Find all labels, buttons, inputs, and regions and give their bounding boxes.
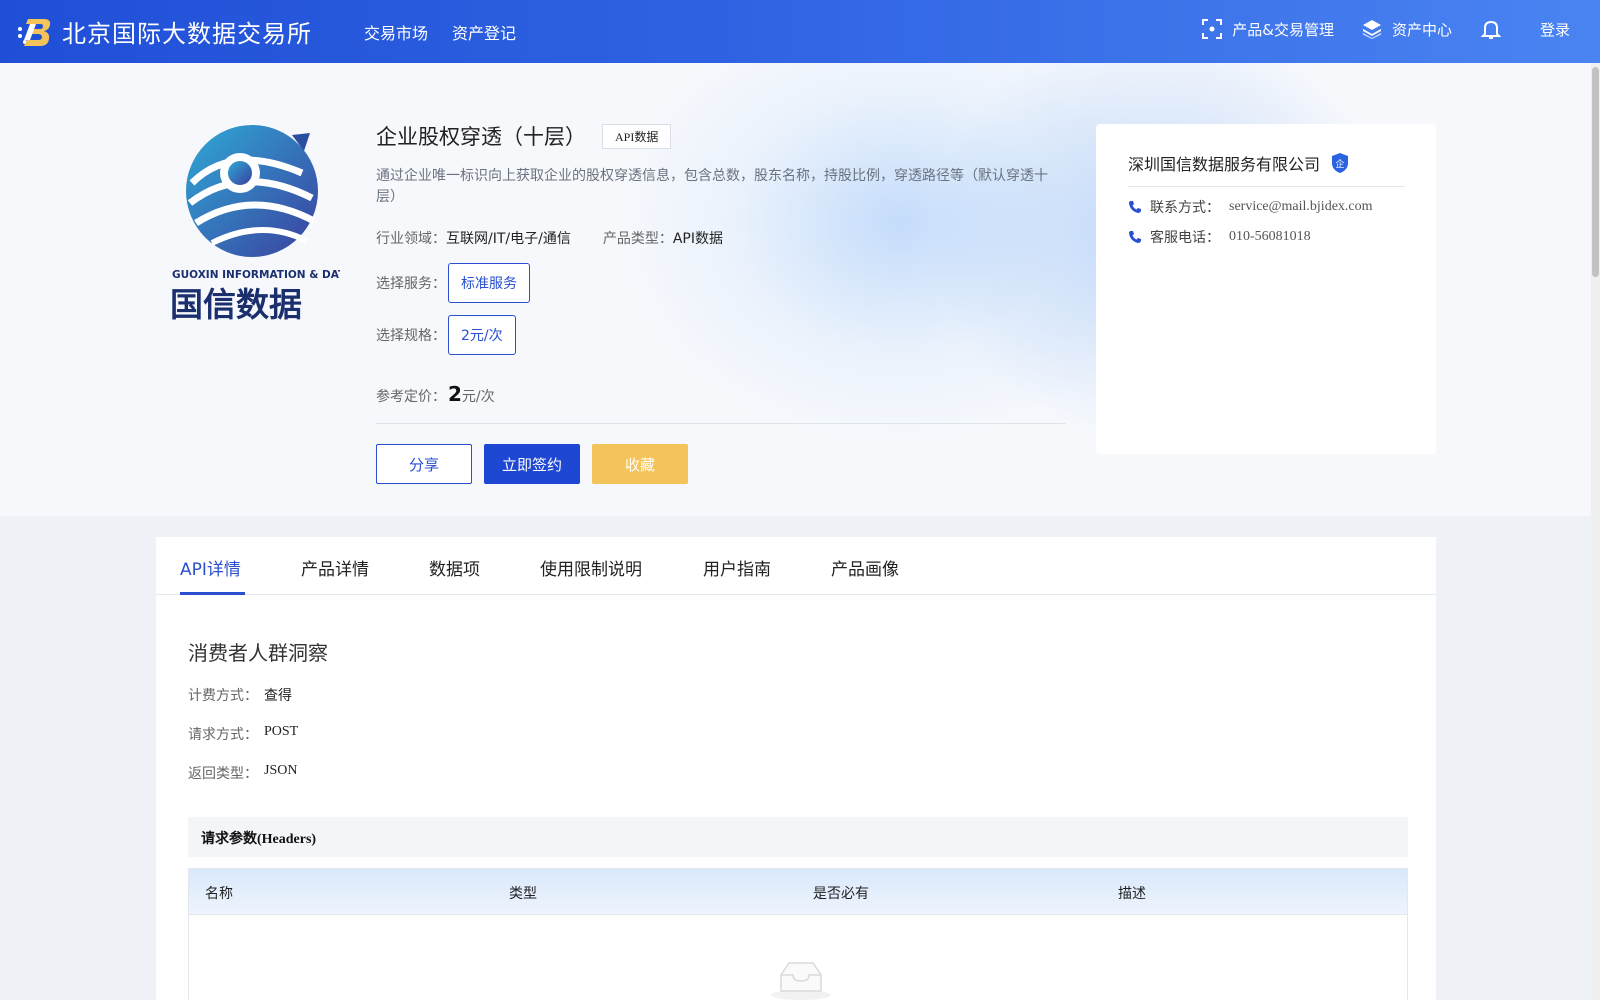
product-meta: 行业领域： 互联网/IT/电子/通信 产品类型： API数据	[376, 228, 723, 248]
bell-icon	[1480, 20, 1502, 39]
column-header-type: 类型	[509, 886, 537, 902]
sign-now-button[interactable]: 立即签约	[484, 444, 580, 484]
column-header-name: 名称	[205, 886, 233, 902]
tab-product-profile[interactable]: 产品画像	[831, 555, 899, 580]
brand-name: 北京国际大数据交易所	[62, 20, 312, 48]
type-value: API数据	[672, 231, 723, 247]
product-description: 通过企业唯一标识向上获取企业的股权穿透信息，包含总数，股东名称，持股比例，穿透路…	[376, 168, 1048, 205]
spec-label: 选择规格：	[376, 328, 446, 344]
contact-email-row: 联系方式： service@mail.bjidex.com	[1128, 197, 1373, 217]
nav-trade-market[interactable]: 交易市场	[364, 20, 428, 44]
svg-text:国信数据: 国信数据	[172, 285, 302, 323]
phone-icon	[1129, 201, 1141, 213]
svg-text:企: 企	[1336, 158, 1345, 170]
empty-inbox-icon	[771, 962, 831, 1000]
column-header-description: 描述	[1118, 886, 1146, 902]
contact-email[interactable]: service@mail.bjidex.com	[1229, 199, 1373, 215]
divider	[1128, 186, 1405, 187]
price-unit: 元/次	[461, 389, 495, 405]
brand-logo-icon	[18, 18, 51, 46]
spec-option[interactable]: 2元/次	[448, 315, 516, 355]
notification-button[interactable]	[1480, 18, 1512, 40]
layers-icon	[1362, 20, 1381, 39]
provider-card: 深圳国信数据服务有限公司 企 联系方式： service@mail.bjidex…	[1096, 124, 1436, 454]
billing-value: 查得	[264, 689, 292, 704]
tab-user-guide[interactable]: 用户指南	[703, 555, 771, 580]
billing-row: 计费方式： 查得	[188, 685, 292, 705]
nav-asset-registration[interactable]: 资产登记	[452, 20, 516, 44]
price-value: 2	[448, 382, 462, 406]
table-header: 名称 类型 是否必有 描述	[189, 869, 1407, 915]
billing-label: 计费方式：	[188, 688, 258, 704]
return-type-row: 返回类型： JSON	[188, 763, 297, 783]
scrollbar-thumb[interactable]	[1592, 67, 1599, 277]
service-option-standard[interactable]: 标准服务	[448, 263, 530, 303]
product-trade-label: 产品&交易管理	[1232, 20, 1334, 39]
return-type-value: JSON	[264, 763, 298, 778]
nav-asset-center[interactable]: 资产中心	[1362, 19, 1452, 40]
product-logo: GUOXIN INFORMATION & DATA 国信数据	[172, 125, 340, 323]
asset-center-label: 资产中心	[1391, 20, 1452, 39]
provider-name-row: 深圳国信数据服务有限公司 企	[1128, 151, 1350, 175]
brand[interactable]: 北京国际大数据交易所	[16, 14, 312, 49]
method-value: POST	[264, 724, 299, 739]
request-headers-heading: 请求参数(Headers)	[188, 817, 1408, 857]
phone-icon	[1129, 231, 1141, 243]
detail-tabs: API详情 产品详情 数据项 使用限制说明 用户指南 产品画像	[156, 537, 1436, 595]
product-tag: API数据	[602, 123, 672, 149]
api-section-title: 消费者人群洞察	[188, 641, 328, 665]
reference-price: 参考定价： 2 元/次	[376, 382, 495, 406]
tab-usage-restrictions[interactable]: 使用限制说明	[540, 555, 642, 580]
provider-name[interactable]: 深圳国信数据服务有限公司	[1128, 151, 1320, 175]
contact-phone-row: 客服电话： 010-56081018	[1128, 227, 1311, 247]
contact-label: 联系方式：	[1150, 200, 1220, 216]
user-nav: 产品&交易管理 资产中心 登录	[1174, 18, 1570, 40]
method-row: 请求方式： POST	[188, 724, 298, 744]
method-label: 请求方式：	[188, 727, 258, 743]
phone-number: 010-56081018	[1229, 229, 1311, 244]
request-headers-title: 请求参数(Headers)	[201, 832, 317, 847]
page-scrollbar[interactable]	[1591, 63, 1600, 1000]
tab-product-details[interactable]: 产品详情	[301, 555, 369, 580]
tab-data-items[interactable]: 数据项	[429, 555, 480, 580]
type-label: 产品类型：	[602, 231, 673, 247]
column-header-required: 是否必有	[813, 886, 869, 902]
product-title: 企业股权穿透（十层）	[376, 125, 586, 149]
spec-selector: 选择规格： 2元/次	[376, 315, 516, 355]
service-selector: 选择服务： 标准服务	[376, 263, 530, 303]
phone-label: 客服电话：	[1150, 230, 1220, 246]
favorite-button[interactable]: 收藏	[592, 444, 688, 484]
return-type-label: 返回类型：	[188, 766, 258, 782]
top-nav-bar: 北京国际大数据交易所 交易市场 资产登记 产品&交易管理 资产中心 登录	[0, 0, 1600, 63]
industry-label: 行业领域：	[376, 231, 446, 247]
divider	[376, 423, 1066, 424]
scan-icon	[1202, 19, 1223, 39]
nav-product-trade-management[interactable]: 产品&交易管理	[1202, 19, 1334, 40]
service-label: 选择服务：	[376, 276, 446, 292]
price-label: 参考定价：	[376, 389, 446, 405]
enterprise-verified-icon: 企	[1332, 153, 1349, 173]
tab-api-details[interactable]: API详情	[180, 555, 241, 580]
headers-table: 名称 类型 是否必有 描述	[188, 868, 1408, 1000]
svg-text:GUOXIN INFORMATION & DATA: GUOXIN INFORMATION & DATA	[172, 269, 340, 281]
product-title-row: 企业股权穿透（十层） API数据	[376, 121, 672, 151]
main-nav: 交易市场 资产登记	[364, 20, 516, 44]
login-link[interactable]: 登录	[1540, 19, 1570, 40]
action-buttons: 分享 立即签约 收藏	[376, 444, 688, 484]
active-tab-indicator	[180, 592, 245, 595]
industry-value: 互联网/IT/电子/通信	[446, 231, 571, 247]
product-detail-panel: API详情 产品详情 数据项 使用限制说明 用户指南 产品画像 消费者人群洞察 …	[156, 537, 1436, 1000]
login-label: 登录	[1539, 20, 1570, 39]
share-button[interactable]: 分享	[376, 444, 472, 484]
